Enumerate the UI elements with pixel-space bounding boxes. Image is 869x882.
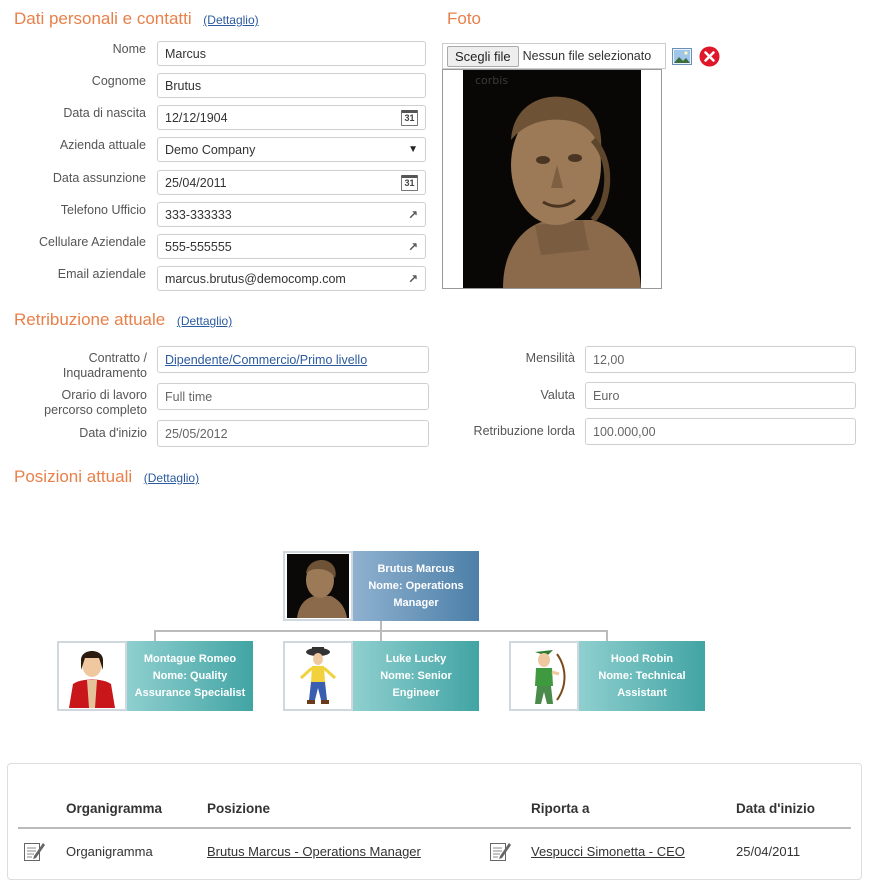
gross-field[interactable]: 100.000,00 [585, 418, 856, 445]
col-header-reports-to: Riporta a [531, 801, 590, 816]
remove-photo-icon[interactable] [699, 46, 720, 67]
currency-label: Valuta [540, 388, 575, 402]
col-header-chart: Organigramma [66, 801, 163, 816]
salary-section-title: Retribuzione attuale [14, 310, 166, 329]
birth-date-label: Data di nascita [63, 106, 146, 120]
row-start-date: 25/04/2011 [736, 844, 801, 859]
avatar [57, 641, 127, 711]
email-label: Email aziendale [57, 267, 146, 281]
external-link-icon[interactable]: ↗ [400, 272, 418, 286]
org-connector [154, 630, 156, 641]
last-name-input[interactable]: Brutus [157, 73, 426, 98]
org-node-root[interactable]: Brutus Marcus Nome: Operations Manager [283, 551, 479, 621]
hire-date-value: 25/04/2011 [165, 175, 227, 190]
personal-section-title: Dati personali e contatti [14, 9, 192, 28]
months-value: 12,00 [593, 352, 625, 367]
photo-section-title: Foto [447, 9, 482, 28]
salary-detail-link[interactable]: (Dettaglio) [177, 314, 232, 328]
email-value: marcus.brutus@democomp.com [165, 271, 346, 286]
calendar-glyph: 31 [401, 109, 418, 126]
months-field[interactable]: 12,00 [585, 346, 856, 373]
org-node-role: Nome: Operations Manager [368, 579, 464, 609]
col-header-position: Posizione [207, 801, 271, 816]
positions-section-header: Posizioni attuali (Dettaglio) [14, 467, 199, 487]
first-name-input[interactable]: Marcus [157, 41, 426, 66]
gross-value: 100.000,00 [593, 424, 656, 439]
company-select[interactable]: Demo Company ▼ [157, 137, 426, 162]
choose-file-button[interactable]: Scegli file [447, 45, 519, 67]
last-name-label: Cognome [91, 74, 146, 88]
currency-value: Euro [593, 388, 620, 403]
file-input[interactable]: Scegli file Nessun file selezionato [442, 43, 666, 69]
contract-link[interactable]: Dipendente/Commercio/Primo livello [165, 353, 421, 367]
last-name-value: Brutus [165, 78, 202, 93]
org-node-child[interactable]: Montague Romeo Nome: Quality Assurance S… [57, 641, 253, 711]
col-header-start-date: Data d'inizio [736, 801, 815, 816]
company-value: Demo Company [165, 142, 256, 157]
no-file-text: Nessun file selezionato [522, 49, 652, 63]
positions-section-title: Posizioni attuali [14, 467, 133, 486]
mobile-phone-label: Cellulare Aziendale [38, 235, 146, 249]
currency-field[interactable]: Euro [585, 382, 856, 409]
org-node-name: Hood Robin [610, 652, 674, 665]
positions-detail-link[interactable]: (Dettaglio) [144, 471, 199, 485]
edit-chart-icon[interactable] [23, 840, 45, 862]
edit-reports-to-icon[interactable] [489, 840, 511, 862]
calendar-icon[interactable]: 31 [400, 174, 418, 191]
office-phone-input[interactable]: 333-333333 ↗ [157, 202, 426, 227]
org-node-name: Montague Romeo [143, 652, 237, 665]
first-name-value: Marcus [165, 46, 206, 61]
schedule-label: Orario di lavoro percorso completo [44, 388, 147, 417]
contract-field[interactable]: Dipendente/Commercio/Primo livello [157, 346, 429, 373]
contract-label: Contratto / Inquadramento [62, 351, 147, 380]
office-phone-label: Telefono Ufficio [60, 203, 146, 217]
org-node-role: Nome: Quality Assurance Specialist [134, 669, 246, 699]
org-connector [380, 630, 382, 641]
email-input[interactable]: marcus.brutus@democomp.com ↗ [157, 266, 426, 291]
hire-date-input[interactable]: 25/04/2011 31 [157, 170, 426, 195]
org-node-child[interactable]: Hood Robin Nome: Technical Assistant [509, 641, 705, 711]
row-position-link[interactable]: Brutus Marcus - Operations Manager [207, 844, 421, 859]
company-label: Azienda attuale [59, 138, 146, 152]
mobile-phone-value: 555-555555 [165, 239, 232, 254]
dropdown-arrow-icon[interactable]: ▼ [400, 144, 418, 155]
schedule-value: Full time [165, 389, 213, 404]
photo-preview: corbis [442, 69, 662, 289]
personal-section-header: Dati personali e contatti (Dettaglio) [14, 9, 259, 29]
gross-label: Retribuzione lorda [473, 424, 575, 438]
office-phone-value: 333-333333 [165, 207, 232, 222]
table-header-divider [18, 827, 851, 829]
org-node-role: Nome: Technical Assistant [598, 669, 686, 699]
hire-date-label: Data assunzione [52, 171, 146, 185]
personal-detail-link[interactable]: (Dettaglio) [203, 13, 258, 27]
external-link-icon[interactable]: ↗ [400, 208, 418, 222]
row-chart-name: Organigramma [66, 844, 153, 859]
avatar [509, 641, 579, 711]
avatar [283, 551, 353, 621]
first-name-label: Nome [112, 42, 146, 56]
months-label: Mensilità [525, 351, 575, 365]
image-preview-icon[interactable] [672, 48, 692, 65]
org-connector [606, 630, 608, 641]
org-node-child[interactable]: Luke Lucky Nome: Senior Engineer [283, 641, 479, 711]
salary-section-header: Retribuzione attuale (Dettaglio) [14, 310, 232, 330]
start-date-value: 25/05/2012 [165, 426, 228, 441]
schedule-field[interactable]: Full time [157, 383, 429, 410]
org-node-name: Brutus Marcus [377, 562, 455, 575]
birth-date-value: 12/12/1904 [165, 110, 228, 125]
calendar-icon[interactable]: 31 [400, 109, 418, 126]
start-date-label: Data d'inizio [79, 426, 147, 440]
external-link-icon[interactable]: ↗ [400, 240, 418, 254]
birth-date-input[interactable]: 12/12/1904 31 [157, 105, 426, 130]
mobile-phone-input[interactable]: 555-555555 ↗ [157, 234, 426, 259]
start-date-field[interactable]: 25/05/2012 [157, 420, 429, 447]
org-node-role: Nome: Senior Engineer [380, 669, 452, 699]
org-node-name: Luke Lucky [385, 652, 447, 665]
avatar [283, 641, 353, 711]
watermark-text: corbis [475, 74, 508, 87]
calendar-glyph: 31 [401, 174, 418, 191]
row-reports-to-link[interactable]: Vespucci Simonetta - CEO [531, 844, 685, 859]
